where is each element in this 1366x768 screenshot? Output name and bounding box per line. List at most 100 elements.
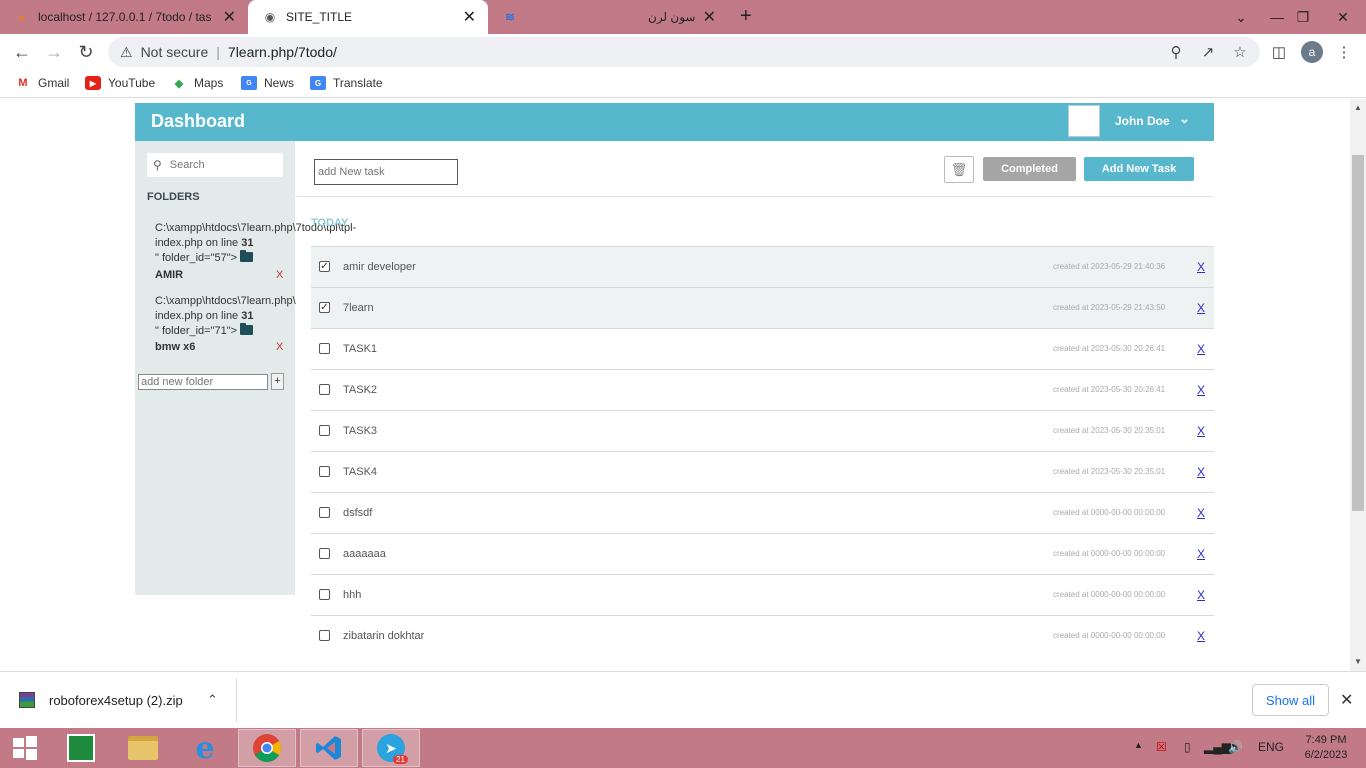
clock[interactable]: 7:49 PM 6/2/2023 bbox=[1296, 733, 1356, 763]
add-folder-button[interactable]: + bbox=[271, 373, 284, 390]
signal-icon[interactable]: ▂▄▆ bbox=[1204, 740, 1231, 754]
scrollbar[interactable]: ▲ ▼ bbox=[1350, 99, 1366, 671]
completed-button[interactable]: Completed bbox=[983, 157, 1076, 181]
chevron-up-icon[interactable]: ⌃ bbox=[207, 692, 218, 708]
share-icon[interactable]: ↗ bbox=[1198, 42, 1218, 62]
download-file-name[interactable]: roboforex4setup (2).zip bbox=[49, 693, 183, 708]
task-name[interactable]: dsfsdf bbox=[343, 507, 372, 519]
scroll-up-icon[interactable]: ▲ bbox=[1354, 103, 1362, 112]
table-row[interactable]: TASK4 created at 2023-05-30 20:35:01 X bbox=[311, 451, 1214, 492]
forward-icon[interactable]: → bbox=[42, 40, 66, 64]
not-secure-label[interactable]: Not secure bbox=[141, 44, 209, 60]
scrollbar-thumb[interactable] bbox=[1352, 155, 1364, 511]
taskbar-ie[interactable]: e bbox=[176, 729, 234, 767]
taskbar-telegram[interactable]: ➤ 21 bbox=[362, 729, 420, 767]
taskbar-excel[interactable] bbox=[52, 729, 110, 767]
task-checkbox[interactable] bbox=[319, 630, 330, 641]
tray-chevron-icon[interactable]: ▲ bbox=[1134, 740, 1143, 750]
tab-sevenlearn[interactable]: ≋ سون لرن ✕ bbox=[488, 0, 728, 34]
task-checkbox[interactable] bbox=[319, 548, 330, 559]
profile-avatar[interactable]: a bbox=[1301, 41, 1323, 63]
scroll-down-icon[interactable]: ▼ bbox=[1354, 657, 1362, 666]
new-task-input[interactable] bbox=[314, 159, 458, 185]
delete-task-button[interactable]: X bbox=[1197, 424, 1205, 438]
bookmark-gmail[interactable]: M Gmail bbox=[15, 76, 69, 90]
omnibox[interactable]: ⚠ Not secure | 7learn.php/7todo/ bbox=[108, 37, 1260, 67]
taskbar-chrome[interactable] bbox=[238, 729, 296, 767]
task-name[interactable]: amir developer bbox=[343, 261, 416, 273]
url-text[interactable]: 7learn.php/7todo/ bbox=[228, 44, 337, 60]
table-row[interactable]: dsfsdf created at 0000-00-00 00:00:00 X bbox=[311, 492, 1214, 533]
new-tab-button[interactable]: + bbox=[740, 5, 752, 28]
task-checkbox[interactable] bbox=[319, 507, 330, 518]
new-folder-input[interactable] bbox=[138, 374, 268, 390]
side-panel-icon[interactable]: ◫ bbox=[1269, 42, 1289, 62]
zoom-icon[interactable]: ⚲ bbox=[1166, 42, 1186, 62]
bookmark-news[interactable]: G News bbox=[241, 76, 294, 90]
delete-button[interactable]: 🗑 bbox=[944, 156, 974, 183]
show-all-button[interactable]: Show all bbox=[1252, 684, 1329, 716]
task-checkbox[interactable]: ✓ bbox=[319, 302, 330, 313]
tab-site-title[interactable]: ◉ SITE_TITLE ✕ bbox=[248, 0, 488, 34]
table-row[interactable]: TASK1 created at 2023-05-30 20:26:41 X bbox=[311, 328, 1214, 369]
remove-folder-button[interactable]: X bbox=[276, 269, 283, 281]
language-indicator[interactable]: ENG bbox=[1258, 740, 1284, 754]
task-checkbox[interactable] bbox=[319, 466, 330, 477]
task-name[interactable]: zibatarin dokhtar bbox=[343, 630, 424, 642]
delete-task-button[interactable]: X bbox=[1197, 342, 1205, 356]
folder-item-amir[interactable]: AMIR bbox=[155, 269, 183, 281]
user-name[interactable]: John Doe bbox=[1115, 114, 1170, 128]
taskbar-vscode[interactable] bbox=[300, 729, 358, 767]
task-name[interactable]: hhh bbox=[343, 589, 361, 601]
taskbar-explorer[interactable] bbox=[114, 729, 172, 767]
task-name[interactable]: TASK2 bbox=[343, 384, 377, 396]
remove-folder-button[interactable]: X bbox=[276, 341, 283, 353]
task-name[interactable]: TASK3 bbox=[343, 425, 377, 437]
table-row[interactable]: ✓ amir developer created at 2023-05-29 21:… bbox=[311, 246, 1214, 287]
table-row[interactable]: aaaaaaa created at 0000-00-00 00:00:00 X bbox=[311, 533, 1214, 574]
warning-icon[interactable]: ⚠ bbox=[120, 44, 133, 61]
reload-icon[interactable]: ↻ bbox=[74, 40, 98, 64]
chevron-down-icon[interactable]: ⌄ bbox=[1179, 111, 1190, 127]
bookmark-translate[interactable]: G Translate bbox=[310, 76, 383, 90]
table-row[interactable]: TASK3 created at 2023-05-30 20:35:01 X bbox=[311, 410, 1214, 451]
delete-task-button[interactable]: X bbox=[1197, 260, 1205, 274]
task-name[interactable]: aaaaaaa bbox=[343, 548, 386, 560]
task-name[interactable]: 7learn bbox=[343, 302, 374, 314]
folder-item-bmw[interactable]: bmw x6 bbox=[155, 341, 195, 353]
task-name[interactable]: TASK1 bbox=[343, 343, 377, 355]
search-input[interactable]: ⚲ Search bbox=[147, 153, 283, 177]
table-row[interactable]: TASK2 created at 2023-05-30 20:26:41 X bbox=[311, 369, 1214, 410]
close-icon[interactable]: ✕ bbox=[703, 7, 716, 27]
close-window-button[interactable]: ✕ bbox=[1320, 0, 1366, 34]
task-name[interactable]: TASK4 bbox=[343, 466, 377, 478]
battery-icon[interactable]: ▯ bbox=[1184, 740, 1191, 754]
menu-icon[interactable]: ⋮ bbox=[1334, 42, 1354, 62]
task-checkbox[interactable] bbox=[319, 343, 330, 354]
tab-phpmyadmin[interactable]: ▲ localhost / 127.0.0.1 / 7todo / tas ✕ bbox=[0, 0, 248, 34]
bookmark-star-icon[interactable]: ☆ bbox=[1230, 42, 1250, 62]
delete-task-button[interactable]: X bbox=[1197, 588, 1205, 602]
windows-start-button[interactable] bbox=[0, 729, 50, 767]
delete-task-button[interactable]: X bbox=[1197, 383, 1205, 397]
close-icon[interactable]: ✕ bbox=[223, 7, 236, 27]
task-checkbox[interactable] bbox=[319, 384, 330, 395]
delete-task-button[interactable]: X bbox=[1197, 506, 1205, 520]
delete-task-button[interactable]: X bbox=[1197, 465, 1205, 479]
bookmark-youtube[interactable]: ▶ YouTube bbox=[85, 76, 155, 90]
volume-icon[interactable]: 🔊 bbox=[1228, 740, 1243, 754]
table-row[interactable]: ✓ 7learn created at 2023-05-29 21:43:50 X bbox=[311, 287, 1214, 328]
table-row[interactable]: zibatarin dokhtar created at 0000-00-00 0… bbox=[311, 615, 1214, 656]
task-checkbox[interactable]: ✓ bbox=[319, 261, 330, 272]
add-task-button[interactable]: Add New Task bbox=[1084, 157, 1194, 181]
task-checkbox[interactable] bbox=[319, 589, 330, 600]
delete-task-button[interactable]: X bbox=[1197, 301, 1205, 315]
delete-task-button[interactable]: X bbox=[1197, 629, 1205, 643]
network-error-icon[interactable]: ☒ bbox=[1156, 740, 1167, 754]
close-icon[interactable]: ✕ bbox=[1340, 690, 1353, 710]
delete-task-button[interactable]: X bbox=[1197, 547, 1205, 561]
table-row[interactable]: hhh created at 0000-00-00 00:00:00 X bbox=[311, 574, 1214, 615]
close-icon[interactable]: ✕ bbox=[463, 7, 476, 27]
back-icon[interactable]: ← bbox=[10, 40, 34, 64]
bookmark-maps[interactable]: ◆ Maps bbox=[171, 76, 224, 90]
